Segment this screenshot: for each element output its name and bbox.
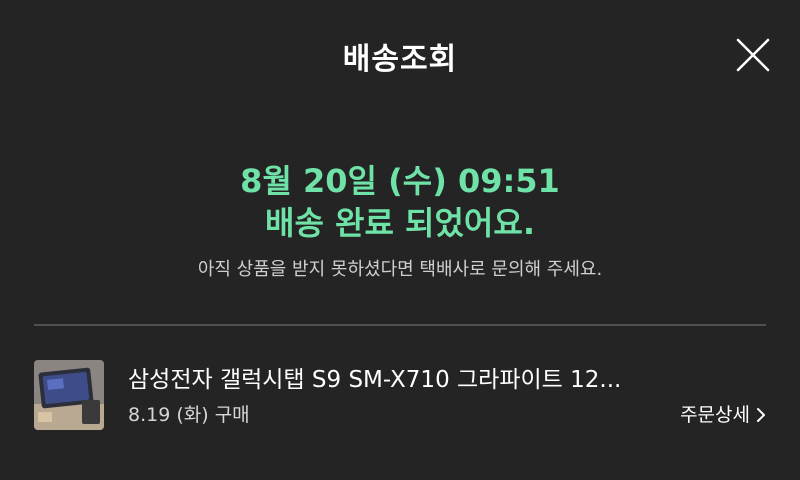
product-name[interactable]: 삼성전자 갤럭시탭 S9 SM-X710 그라파이트 12... (128, 364, 728, 396)
order-detail-label: 주문상세 (680, 404, 750, 426)
delivery-complete-message: 배송 완료 되었어요. (265, 204, 535, 242)
order-detail-link[interactable]: 주문상세 (680, 400, 766, 430)
delivery-datetime: 8월 20일 (수) 09:51 (240, 162, 560, 200)
delivery-help-text: 아직 상품을 받지 못하셨다면 택배사로 문의해 주세요. (197, 259, 603, 280)
product-thumbnail[interactable] (34, 360, 104, 430)
tablet-image-icon (34, 360, 104, 430)
close-icon (736, 38, 770, 72)
delivery-status: 8월 20일 (수) 09:51 배송 완료 되었어요. 아직 상품을 받지 못… (0, 160, 800, 282)
purchase-date: 8.19 (화) 구매 (128, 404, 250, 426)
header: 배송조회 (0, 0, 800, 110)
close-button[interactable] (734, 36, 772, 74)
order-item: 삼성전자 갤럭시탭 S9 SM-X710 그라파이트 12... 8.19 (화… (34, 360, 774, 436)
chevron-right-icon (757, 408, 765, 422)
page-title: 배송조회 (342, 42, 458, 77)
divider (34, 324, 766, 326)
